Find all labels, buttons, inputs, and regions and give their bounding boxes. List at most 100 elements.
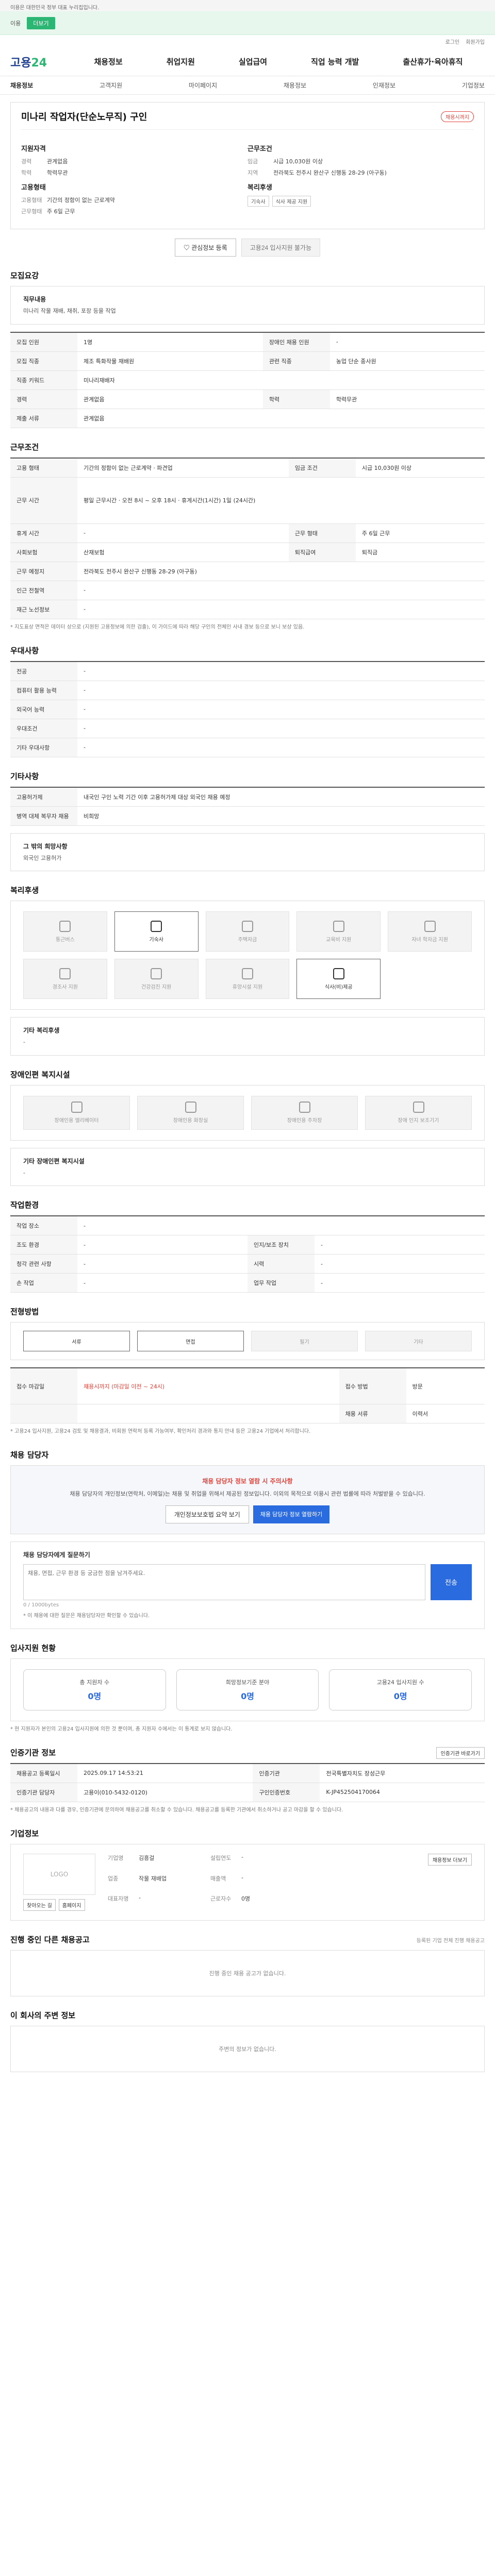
view-manager-button[interactable]: 채용 담당자 정보 열람하기 [253,1505,330,1523]
apply-table: 접수 마감일 채용시까지 (마감일 이전 ~ 24시) 접수 방법 방문 채용 서류 이… [10,1367,485,1423]
employment-type-label: 고용형태 [21,197,42,204]
subnav-item[interactable]: 고객지원 [100,81,122,90]
table-row: 손 작업 - 업무 작업 - [10,1273,485,1293]
welfare-card-meal: 식사(비)제공 [296,959,381,999]
manager-warning: 채용 담당자 정보 열람 시 주의사항 [202,1477,293,1485]
info-section: 인증기관 정보 인증기관 바로가기 채용공고 등록일시 2025.09.17 14… [10,1747,485,1815]
info-link-button[interactable]: 인증기관 바로가기 [436,1747,485,1759]
parking-icon [299,1101,310,1113]
elevator-icon [71,1101,82,1113]
subnav-item[interactable]: 인재정보 [373,81,395,90]
table-row: 휴게 시간 - 근무 형태 주 6일 근무 [10,523,485,543]
conditions-section: 근무조건 고용 형태 기간의 정함이 없는 근로계약 · 파견업 임금 조건 시급 1… [10,442,485,632]
map-button[interactable]: 찾아오는 길 [23,1899,56,1911]
join-link[interactable]: 회원가입 [466,38,485,45]
cap-icon [424,920,436,932]
method-section: 전형방법 서류 면접 필기 기타 접수 마감일 채용시까지 (마감일 이전 ~ 2… [10,1306,485,1436]
duty-label: 직무내용 [23,296,46,303]
nav-item-employment-support[interactable]: 취업지원 [167,56,195,67]
nav-item-training[interactable]: 직업 능력 개발 [311,56,359,67]
work-type-label: 근무형태 [21,208,42,215]
welfare-section: 복리후생 통근버스 기숙사 주택자금 교육비 지원 자녀 학자금 지원 경조사 … [10,885,485,1056]
nav-item-jobs[interactable]: 채용정보 [94,56,123,67]
disability-card: 장애인용 주차장 [251,1095,358,1130]
nav-item-parental-leave[interactable]: 출산휴가·육아휴직 [403,56,463,67]
other-jobs-title: 진행 중인 다른 채용공고 [10,1935,90,1944]
table-row: 직종 키워드 미나리재배자 [10,370,485,390]
nav-item-unemployment-benefit[interactable]: 실업급여 [239,56,267,67]
manager-title: 채용 담당자 [10,1450,49,1460]
stat-matching: 희망정보기준 분야 0명 [176,1669,319,1710]
table-row: 외국어 능력 - [10,700,485,719]
company-section: 기업정보 LOGO 찾아오는 길 홈페이지 기업명 김흥걸 설립연도 - 업종 작물 … [10,1828,485,1921]
welfare-card-empty [388,959,472,999]
conditions-note: * 지도표상 면적은 데이터 상으로 (지원된 고용정보에 의한 검출), 이 … [10,624,305,630]
table-row: 사회보험 산재보험 퇴직급여 퇴직금 [10,543,485,562]
method-row: 서류 면접 필기 기타 [10,1322,485,1361]
question-submit-button[interactable]: 전송 [431,1564,472,1600]
privacy-summary-button[interactable]: 개인정보보호법 요약 보기 [165,1505,249,1523]
disability-etc-box: 기타 장애인편 복지시설 - [10,1147,485,1187]
career-value: 관계없음 [47,158,68,165]
table-row: 병역 대체 복무자 채용 비희망 [10,806,485,826]
assist-icon [412,1101,424,1113]
table-row: 조도 환경 - 인지/보조 장치 - [10,1235,485,1255]
resort-icon [241,968,253,979]
environment-title: 작업환경 [10,1200,39,1210]
page: 이용은 대한민국 정부 대표 누리집입니다. 이용 더보기 로그인 회원가입 고… [0,0,495,2103]
info-note: * 채용공고의 내용과 다를 경우, 인증기관에 문의하여 채용공고를 취소할 … [10,1807,343,1813]
stat-online: 고용24 입사지원 수 0명 [329,1669,472,1710]
company-info: 기업명 김흥걸 설립연도 - 업종 작물 재배업 매출액 - 대표자명 - 근로자수 0명 [108,1853,251,1903]
employment-type-heading: 고용형태 [21,184,46,192]
table-row: 근무 예정지 전라북도 전주시 완산구 신행동 28-29 (아구동) [10,562,485,581]
method-card-etc: 기타 [365,1331,472,1352]
wage-label: 임금 [248,158,258,165]
recruit-table: 모집 인원 1명 장애인 채용 인원 - 모집 직종 제조 특화작물 재배원 관련 직종 농… [10,331,485,428]
homepage-button[interactable]: 홈페이지 [58,1899,85,1911]
green-banner-button[interactable]: 더보기 [27,16,55,29]
deadline-badge: 채용시까지 [441,111,474,122]
welfare-tags: 기숙사 식사 제공 지원 [248,196,474,207]
etc-title: 기타사항 [10,771,39,781]
subnav-item[interactable]: 채용정보 [10,81,33,90]
wage-value: 시급 10,030원 이상 [273,158,323,165]
conditions-heading: 근무조건 [248,145,272,153]
info-table: 채용공고 등록일시 2025.09.17 14:53:21 인증기관 전국특별자치도 … [10,1762,485,1802]
apply-button[interactable]: 고용24 입사지원 불가능 [241,239,321,257]
company-jobs-button[interactable]: 채용정보 더보기 [427,1853,472,1866]
recruit-section: 모집요강 직무내용 미나리 작물 재배, 채취, 포장 등을 작업 모집 인원 1… [10,270,485,428]
preference-table: 전공 - 컴퓨터 활용 능력 - 외국어 능력 - 우대조건 - 기타 우대사항 - [10,660,485,757]
disability-card: 장애 인지 보조기기 [365,1095,472,1130]
conditions-table: 고용 형태 기간의 정함이 없는 근로계약 · 파견업 임금 조건 시급 10,030… [10,457,485,619]
question-input[interactable] [23,1564,425,1600]
subnav-item[interactable]: 채용정보 [284,81,306,90]
login-link[interactable]: 로그인 [446,38,460,45]
environment-section: 작업환경 작업 장소 - 조도 환경 - 인지/보조 장치 - 청각 관련 사항 - 시력 -… [10,1199,485,1293]
table-row: 고용 형태 기간의 정함이 없는 근로계약 · 파견업 임금 조건 시급 10,030… [10,457,485,478]
job-title: 미나리 작업자(단순노무직) 구인 [21,112,147,123]
welfare-title: 복리후생 [10,886,39,895]
etc-wish-box: 그 밖의 희망사항 외국인 고용허가 [10,833,485,872]
disability-etc-text: - [23,1169,25,1176]
stats-note: * 현 지원자가 본인의 고용24 입사지원에 의한 것 뿐이며, 총 지원자 … [10,1726,233,1732]
stats-title: 입사지원 현황 [10,1643,56,1653]
duty-text: 미나리 작물 재배, 채취, 포장 등을 작업 [23,308,116,314]
table-row: 재근 노선정보 - [10,600,485,619]
subnav-item[interactable]: 마이페이지 [189,81,217,90]
gift-icon [59,968,71,979]
interest-button[interactable]: ♡ 관심정보 등록 [174,239,236,257]
bed-icon [151,920,162,932]
question-box: 채용 담당자에게 질문하기 전송 0 / 1000bytes * 이 채용에 대… [10,1541,485,1629]
welfare-card-health: 건강검진 지원 [114,959,199,999]
welfare-etc-box: 기타 복리후생 - [10,1017,485,1056]
site-logo[interactable]: 고용24 [10,54,72,70]
gov-notice-bar: 이용은 대한민국 정부 대표 누리집입니다. [0,0,495,11]
question-label: 채용 담당자에게 질문하기 [23,1551,90,1558]
summary-left: 지원자격 경력 관계없음 학력 학력무관 고용형태 고용형태 기간의 정함이 없는 근… [21,138,248,218]
meal-icon [333,968,344,979]
welfare-tag: 식사 제공 지원 [272,196,311,207]
welfare-tag: 기숙사 [248,196,269,207]
career-label: 경력 [21,158,32,165]
welfare-heading: 복리후생 [248,184,272,192]
subnav-item[interactable]: 기업정보 [462,81,485,90]
